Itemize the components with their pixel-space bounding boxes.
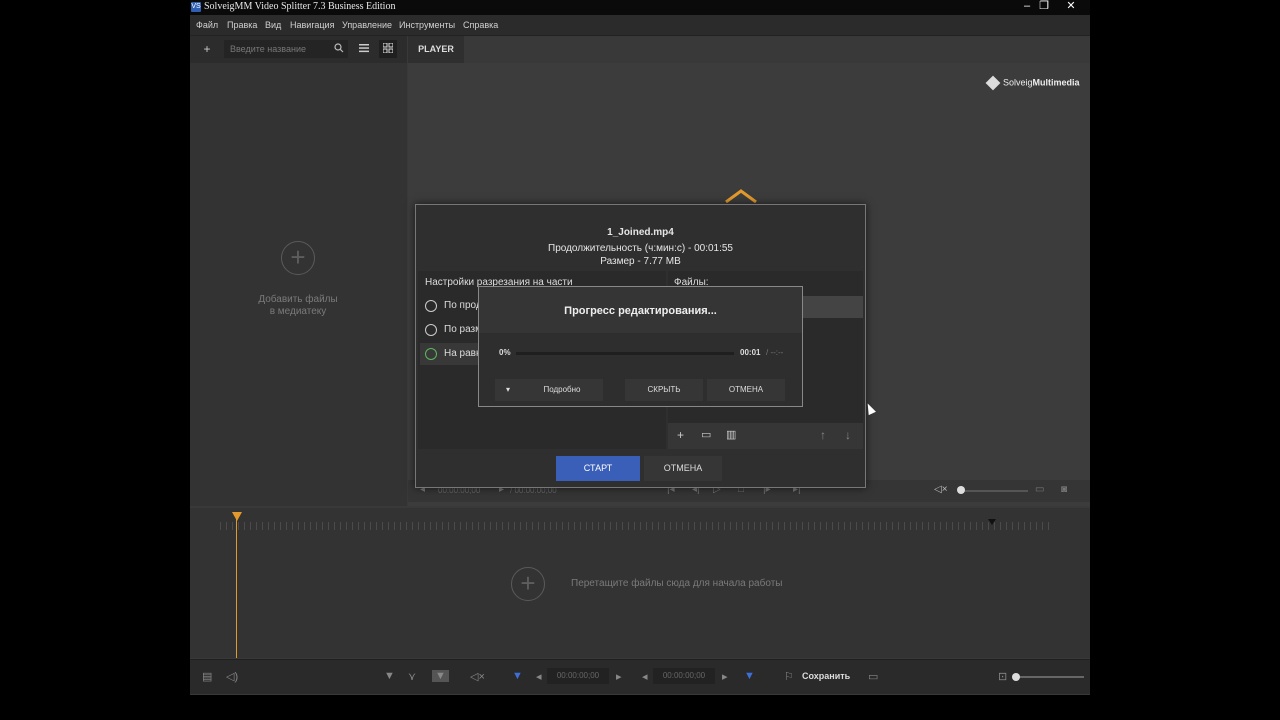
- library-toolbar: + Введите название: [190, 36, 407, 63]
- audio-track-icon[interactable]: ◁): [226, 670, 238, 683]
- logo-cube-icon: [985, 75, 1001, 91]
- zoom-slider[interactable]: [1014, 676, 1084, 678]
- menu-bar: Файл Правка Вид Навигация Управление Инс…: [190, 15, 1090, 36]
- dialog-duration: Продолжительность (ч:мин:с) - 00:01:55: [548, 243, 733, 254]
- filter-active-icon[interactable]: ▼: [432, 670, 449, 682]
- storyboard-icon[interactable]: ▤: [202, 670, 212, 683]
- progress-dialog: Прогресс редактирования... 0% 00:01 / --…: [478, 286, 803, 407]
- playhead-marker-icon[interactable]: [231, 511, 243, 523]
- marker-out-icon[interactable]: ▼: [744, 670, 755, 682]
- timecode-out-field[interactable]: 00:00:00;00: [653, 668, 715, 684]
- size-icon: [425, 324, 437, 336]
- menu-view[interactable]: Вид: [265, 20, 281, 30]
- progress-bar: [516, 352, 734, 355]
- prev-out-icon[interactable]: ◂: [642, 670, 648, 683]
- add-media-button[interactable]: +: [198, 40, 216, 58]
- timer-icon: [425, 300, 437, 312]
- prev-in-icon[interactable]: ◂: [536, 670, 542, 683]
- mute-markers-icon[interactable]: ◁×: [470, 670, 485, 683]
- timeline-ruler[interactable]: [220, 522, 1050, 530]
- logo-text-regular: Solveig: [1003, 77, 1033, 88]
- search-icon[interactable]: [330, 40, 348, 58]
- timeline-add-files-icon[interactable]: +: [511, 567, 545, 601]
- add-files-hint-line2: в медиатеку: [269, 306, 327, 317]
- logo-text-bold: Multimedia: [1032, 77, 1080, 88]
- volume-slider[interactable]: [958, 490, 1028, 492]
- open-folder-icon[interactable]: ▭: [1035, 484, 1044, 495]
- bottom-toolbar: ▤ ◁) ▼ ⋎ ▼ ◁× ▼ ◂ 00:00:00;00 ▸ ◂ 00:00:…: [190, 659, 1090, 694]
- zoom-knob[interactable]: [1012, 673, 1020, 681]
- details-toggle-icon[interactable]: ▾: [495, 379, 521, 401]
- list-view-icon[interactable]: [355, 40, 373, 58]
- end-marker-icon: [988, 519, 996, 525]
- search-placeholder: Введите название: [230, 44, 306, 54]
- player-tab-strip: [464, 36, 1090, 63]
- tab-player[interactable]: PLAYER: [408, 36, 464, 65]
- progress-percent: 0%: [499, 348, 511, 357]
- menu-edit[interactable]: Правка: [227, 20, 257, 30]
- flag-icon[interactable]: ⚐: [784, 670, 794, 683]
- add-files-plus-icon[interactable]: +: [281, 241, 315, 275]
- filter-clear-icon[interactable]: ⋎: [408, 670, 416, 683]
- media-library-pane: + Введите название + Добавить файлы в ме…: [190, 36, 407, 506]
- start-button[interactable]: СТАРТ: [556, 456, 640, 481]
- mute-icon[interactable]: ◁×: [934, 484, 948, 495]
- timecode-in-field[interactable]: 00:00:00;00: [547, 668, 609, 684]
- window-title: SolveigMM Video Splitter 7.3 Business Ed…: [204, 1, 396, 12]
- volume-knob[interactable]: [957, 486, 965, 494]
- menu-control[interactable]: Управление: [342, 20, 392, 30]
- minimize-button[interactable]: –: [1018, 0, 1036, 14]
- menu-help[interactable]: Справка: [463, 20, 498, 30]
- output-folder-icon[interactable]: ▭: [868, 670, 878, 683]
- menu-navigation[interactable]: Навигация: [290, 20, 334, 30]
- close-button[interactable]: ✕: [1062, 0, 1080, 14]
- maximize-button[interactable]: ❐: [1035, 0, 1053, 14]
- title-bar: VS SolveigMM Video Splitter 7.3 Business…: [190, 0, 1090, 15]
- marker-in-icon[interactable]: ▼: [512, 670, 523, 682]
- solveig-logo: SolveigMultimedia: [985, 75, 1080, 91]
- trash-icon[interactable]: ▥: [726, 428, 736, 441]
- next-out-icon[interactable]: ▸: [722, 670, 728, 683]
- move-up-icon[interactable]: ↑: [820, 428, 826, 442]
- zoom-icon[interactable]: ⊡: [998, 670, 1007, 683]
- remaining-time: / --:--: [766, 348, 784, 357]
- grid-view-icon[interactable]: [379, 40, 397, 58]
- player-logo-shape-icon: [725, 189, 757, 203]
- filter-icon[interactable]: ▼: [384, 670, 395, 682]
- folder-icon[interactable]: ▭: [701, 428, 711, 441]
- files-toolbar: + ▭ ▥ ↑ ↓: [668, 423, 863, 449]
- elapsed-time: 00:01: [740, 348, 761, 357]
- save-button[interactable]: Сохранить: [802, 671, 850, 681]
- playhead-line: [236, 518, 237, 658]
- menu-tools[interactable]: Инструменты: [399, 20, 455, 30]
- move-down-icon[interactable]: ↓: [845, 428, 851, 442]
- add-file-icon[interactable]: +: [677, 428, 684, 442]
- progress-title: Прогресс редактирования...: [479, 287, 802, 333]
- details-button[interactable]: Подробно: [521, 379, 603, 401]
- snapshot-icon[interactable]: ◙: [1061, 484, 1067, 495]
- timeline-drop-hint: Перетащите файлы сюда для начала работы: [571, 578, 783, 589]
- dialog-size: Размер - 7.77 MB: [600, 256, 681, 267]
- progress-cancel-button[interactable]: ОТМЕНА: [707, 379, 785, 401]
- next-in-icon[interactable]: ▸: [616, 670, 622, 683]
- add-files-hint-line1: Добавить файлы: [258, 294, 338, 305]
- dialog-file-name: 1_Joined.mp4: [607, 227, 674, 238]
- menu-file[interactable]: Файл: [196, 20, 218, 30]
- timeline-area: + Перетащите файлы сюда для начала работ…: [190, 508, 1090, 658]
- equal-parts-icon: [425, 348, 437, 360]
- dialog-cancel-button[interactable]: ОТМЕНА: [644, 456, 722, 481]
- app-icon: VS: [191, 2, 201, 12]
- hide-button[interactable]: СКРЫТЬ: [625, 379, 703, 401]
